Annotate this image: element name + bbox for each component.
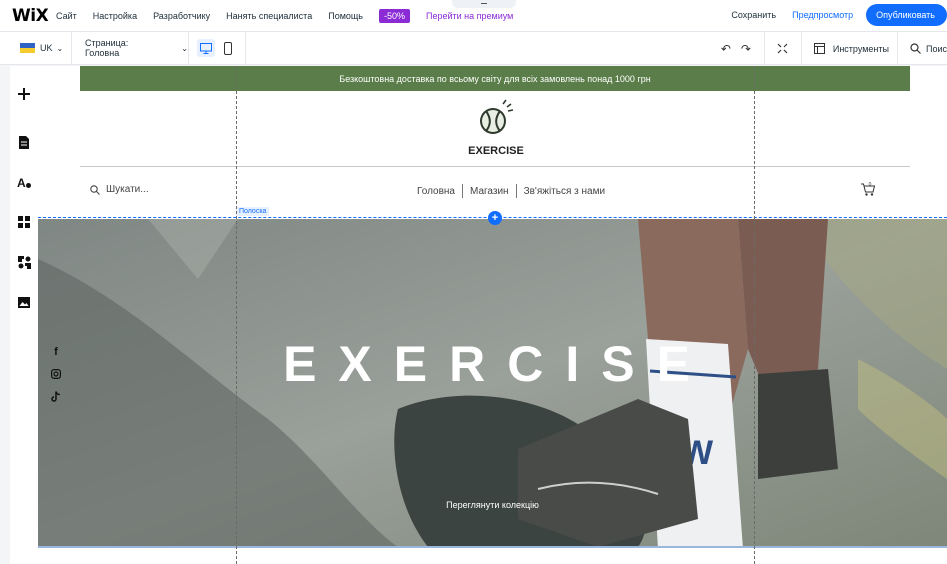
page-selector[interactable]: Страница: Головна ⌄	[72, 32, 188, 64]
svg-text:A: A	[17, 176, 26, 189]
search-icon	[906, 39, 926, 59]
save-button[interactable]: Сохранить	[731, 10, 776, 20]
add-icon	[18, 88, 30, 100]
strip-label[interactable]: Полоска	[236, 207, 270, 216]
ukraine-flag-icon	[20, 43, 35, 53]
editor-sub-bar: UK ⌄ Страница: Головна ⌄ ↶ ↷ Инструменты…	[0, 32, 947, 65]
menu-dev-mode[interactable]: Разработчику	[153, 11, 210, 21]
chevron-down-icon: ⌄	[181, 43, 188, 53]
site-search-bar[interactable]: Шукати...	[90, 184, 149, 195]
promo-banner-text: Безкоштовна доставка по всьому світу для…	[339, 73, 651, 84]
left-panel-rail: A	[10, 66, 38, 564]
hero-strip[interactable]: W EXERCISE Переглянути колекцію f	[38, 219, 947, 547]
wix-editor: WiX Сайт Настройка Разработчику Нанять с…	[0, 0, 947, 564]
gridline-left	[236, 66, 237, 564]
design-icon: A	[17, 176, 31, 189]
tools-button[interactable]: Инструменты	[810, 39, 889, 59]
add-section-button[interactable]: +	[488, 211, 502, 225]
zoom-out-icon[interactable]	[773, 39, 793, 59]
site-canvas: Безкоштовна доставка по всьому світу для…	[38, 66, 947, 564]
hero-bottom-border	[38, 546, 947, 548]
menu-item-shop[interactable]: Магазин	[463, 186, 516, 197]
apps-icon	[18, 216, 30, 228]
menu-help[interactable]: Помощь	[328, 11, 363, 21]
brand-name: EXERCISE	[468, 145, 524, 157]
instagram-icon[interactable]	[50, 363, 62, 385]
editor-top-bar: WiX Сайт Настройка Разработчику Нанять с…	[0, 0, 947, 32]
desktop-icon	[200, 42, 212, 54]
editor-search-label: Поис	[925, 43, 947, 54]
upgrade-premium-link[interactable]: Перейти на премиум	[426, 11, 513, 21]
cart-button[interactable]: 0	[860, 181, 876, 202]
discount-badge[interactable]: -50%	[378, 8, 410, 23]
window-notch	[452, 0, 516, 8]
view-collection-button[interactable]: Переглянути колекцію	[38, 500, 947, 510]
header-divider	[80, 166, 910, 167]
business-button[interactable]	[10, 242, 38, 282]
media-button[interactable]	[10, 282, 38, 322]
media-icon	[18, 296, 30, 308]
tiktok-icon[interactable]	[50, 385, 62, 407]
cart-icon: 0	[861, 182, 876, 196]
design-button[interactable]: A	[10, 162, 38, 202]
site-logo[interactable]: EXERCISE	[468, 96, 524, 157]
hero-title: EXERCISE	[283, 336, 712, 392]
site-search-placeholder: Шукати...	[106, 184, 149, 195]
menu-site[interactable]: Сайт	[56, 11, 77, 21]
gridline-right	[754, 66, 755, 564]
tools-label: Инструменты	[832, 43, 889, 54]
device-switcher	[188, 32, 246, 64]
business-icon	[17, 255, 31, 269]
menu-item-contact[interactable]: Зв'яжіться з нами	[517, 186, 612, 197]
pages-button[interactable]	[10, 122, 38, 162]
cart-count: 0	[869, 182, 872, 188]
chevron-down-icon: ⌄	[56, 43, 64, 53]
toolbar-right: ↶ ↷ Инструменты Поис	[716, 32, 947, 65]
tools-icon	[810, 39, 830, 59]
top-actions: Сохранить Предпросмотр Опубликовать	[731, 4, 947, 26]
redo-icon[interactable]: ↷	[736, 39, 756, 59]
menu-item-home[interactable]: Головна	[410, 186, 462, 197]
search-icon	[90, 184, 100, 195]
language-selector[interactable]: UK ⌄	[0, 32, 72, 64]
page-selector-label: Страница: Головна	[85, 38, 129, 58]
social-bar: f	[50, 341, 62, 407]
add-elements-button[interactable]	[10, 66, 38, 122]
mobile-icon	[224, 41, 232, 55]
pages-icon	[19, 135, 29, 149]
desktop-view-button[interactable]	[197, 39, 215, 57]
menu-settings[interactable]: Настройка	[93, 11, 137, 21]
mobile-view-button[interactable]	[219, 39, 237, 57]
promo-banner[interactable]: Безкоштовна доставка по всьому світу для…	[80, 66, 910, 91]
editor-search[interactable]: Поис	[906, 39, 947, 59]
top-menu: Сайт Настройка Разработчику Нанять специ…	[46, 8, 519, 23]
apps-button[interactable]	[10, 202, 38, 242]
undo-icon[interactable]: ↶	[716, 39, 736, 59]
site-menu: Головна Магазин Зв'яжіться з нами	[410, 184, 612, 198]
menu-hire-pro[interactable]: Нанять специалиста	[226, 11, 312, 21]
tennis-ball-icon	[480, 99, 514, 134]
wix-logo[interactable]: WiX	[0, 6, 49, 26]
facebook-icon[interactable]: f	[50, 341, 62, 363]
preview-button[interactable]: Предпросмотр	[792, 10, 853, 20]
publish-button[interactable]: Опубликовать	[866, 4, 947, 26]
language-code: UK	[40, 43, 53, 53]
